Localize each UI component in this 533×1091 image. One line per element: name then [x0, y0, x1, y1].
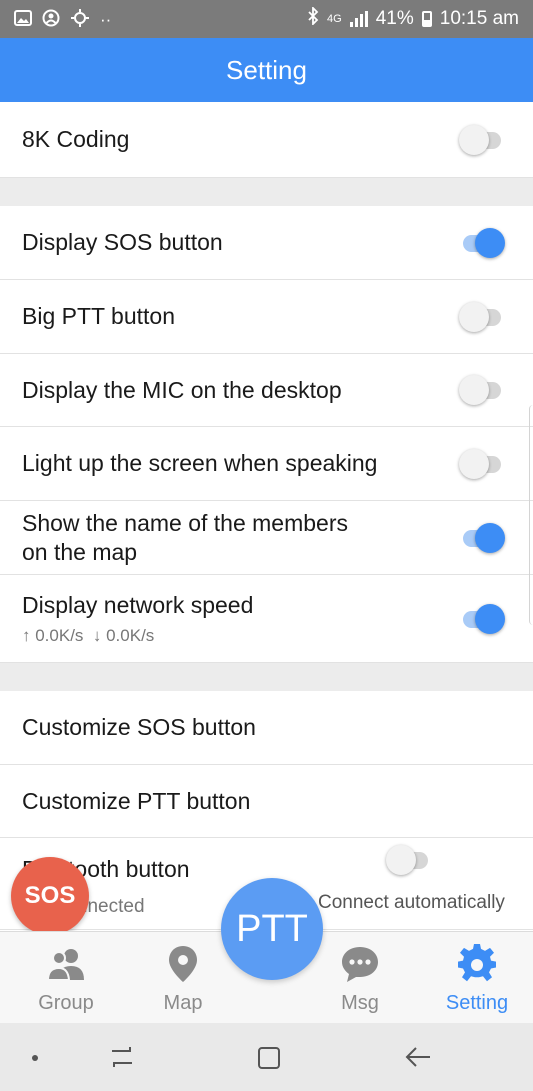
tab-label: Msg	[341, 992, 379, 1014]
setting-customize-sos[interactable]: Customize SOS button	[0, 691, 533, 765]
setting-8k-coding[interactable]: 8K Coding	[0, 102, 533, 178]
toggle-switch-on[interactable]	[459, 602, 505, 636]
status-bar-notifications: ··	[14, 8, 112, 30]
setting-display-mic[interactable]: Display the MIC on the desktop	[0, 354, 533, 427]
ptt-button-label: PTT	[236, 907, 308, 950]
setting-customize-ptt[interactable]: Customize PTT button	[0, 765, 533, 838]
recent-apps-icon[interactable]	[108, 1045, 136, 1074]
connect-automatically-toggle[interactable]	[386, 843, 432, 877]
tab-label: Group	[38, 992, 94, 1014]
home-icon[interactable]	[256, 1045, 282, 1076]
toggle-switch-on[interactable]	[459, 521, 505, 555]
account-icon	[42, 9, 60, 30]
tab-map[interactable]: Map	[133, 944, 233, 1015]
setting-label: Customize PTT button	[22, 787, 251, 814]
toggle-switch-off[interactable]	[459, 123, 505, 157]
tab-group[interactable]: Group	[16, 944, 116, 1015]
sync-icon	[70, 8, 90, 30]
more-notifications-icon: ··	[100, 9, 112, 29]
status-bar-system: 4G 41% 10:15 am	[307, 5, 519, 31]
clock: 10:15 am	[439, 8, 519, 29]
network-speed-readout: ↑ 0.0K/s ↓ 0.0K/s	[22, 625, 459, 646]
download-speed: ↓ 0.0K/s	[92, 626, 155, 646]
tab-msg[interactable]: Msg	[310, 944, 410, 1015]
system-nav-bar	[0, 1023, 533, 1091]
setting-label: Big PTT button	[22, 303, 175, 330]
setting-display-sos[interactable]: Display SOS button	[0, 206, 533, 280]
setting-label: Customize SOS button	[22, 714, 256, 741]
setting-label: Display the MIC on the desktop	[22, 376, 342, 403]
network-type: 4G	[327, 13, 342, 25]
setting-label-line: on the map	[22, 538, 138, 565]
setting-label: 8K Coding	[22, 126, 130, 153]
map-pin-icon	[169, 946, 197, 982]
app-header: Setting	[0, 38, 533, 102]
setting-label: Display SOS button	[22, 229, 223, 256]
nav-dot-icon	[32, 1055, 38, 1061]
sos-button[interactable]: SOS	[11, 857, 89, 935]
group-icon	[46, 949, 84, 981]
toggle-switch-on[interactable]	[459, 226, 505, 260]
scrollbar[interactable]	[529, 405, 533, 625]
gallery-icon	[14, 9, 32, 29]
setting-show-member-names[interactable]: Show the name of the members on the map	[0, 501, 533, 575]
setting-label: Show the name of the members on the map	[22, 509, 459, 567]
battery-percent: 41%	[375, 8, 414, 29]
upload-speed: ↑ 0.0K/s	[22, 626, 84, 646]
sos-button-label: SOS	[24, 882, 76, 909]
toggle-switch-off[interactable]	[459, 447, 505, 481]
signal-icon	[349, 11, 368, 27]
battery-icon	[421, 11, 432, 27]
toggle-switch-off[interactable]	[459, 373, 505, 407]
tab-label: Map	[163, 992, 203, 1014]
toggle-switch-off[interactable]	[459, 300, 505, 334]
setting-label: Light up the screen when speaking	[22, 450, 378, 477]
bluetooth-icon	[307, 5, 319, 31]
chat-bubble-icon	[342, 947, 378, 982]
setting-label-line: Show the name of the members	[22, 509, 348, 536]
settings-list: 8K Coding Display SOS button Big PTT but…	[0, 102, 533, 838]
tab-label: Setting	[445, 992, 509, 1014]
back-icon[interactable]	[404, 1045, 432, 1074]
section-divider	[0, 663, 533, 691]
connect-automatically-label: Connect automatically	[318, 892, 505, 913]
ptt-button[interactable]: PTT	[221, 878, 323, 980]
setting-big-ptt[interactable]: Big PTT button	[0, 280, 533, 354]
setting-light-screen[interactable]: Light up the screen when speaking	[0, 427, 533, 501]
setting-network-speed[interactable]: Display network speed ↑ 0.0K/s ↓ 0.0K/s	[0, 575, 533, 663]
setting-label-group: Display network speed ↑ 0.0K/s ↓ 0.0K/s	[22, 591, 459, 647]
page-title: Setting	[226, 54, 307, 85]
section-divider	[0, 178, 533, 206]
gear-icon	[458, 944, 496, 982]
setting-label: Display network speed	[22, 591, 254, 618]
tab-setting[interactable]: Setting	[427, 944, 527, 1015]
status-bar: ·· 4G 41% 10:15 am	[0, 0, 533, 38]
